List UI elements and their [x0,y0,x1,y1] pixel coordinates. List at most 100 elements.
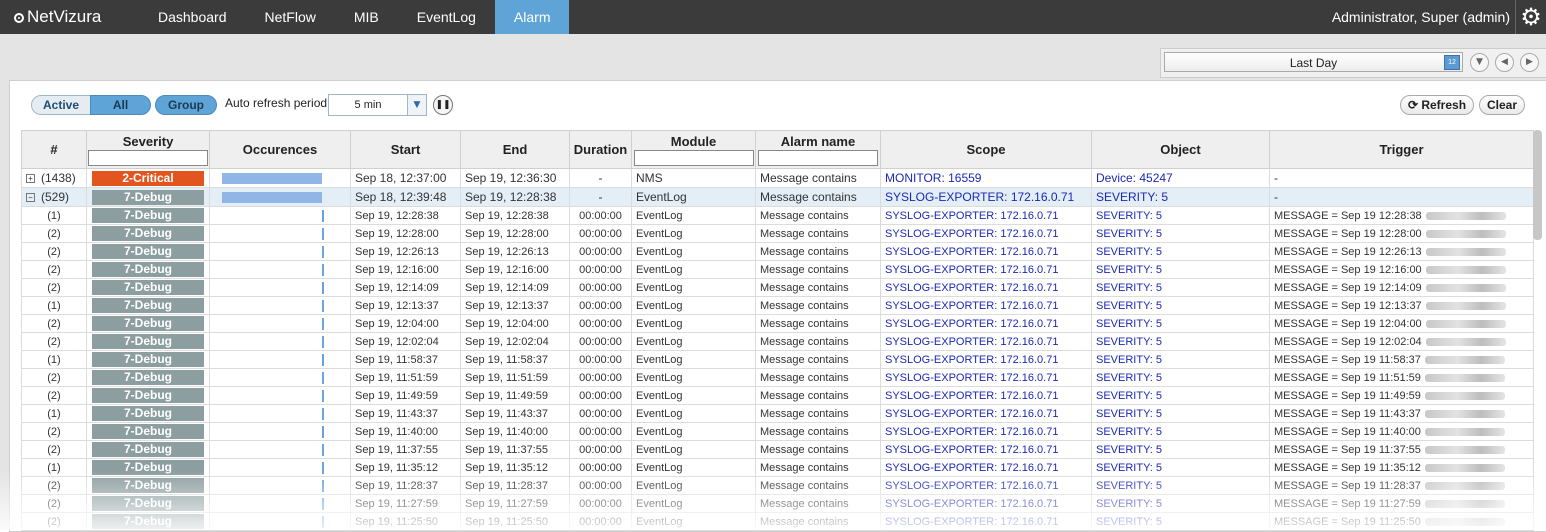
alarm-name-cell: Message contains [755,386,881,405]
occurences-cell [209,368,351,387]
start-cell: Sep 19, 11:43:37 [350,404,461,423]
module-filter-input[interactable] [633,149,754,166]
object-cell: SEVERITY: 5 [1091,476,1270,495]
column-header-duration[interactable]: Duration [569,130,632,169]
scope-cell: SYSLOG-EXPORTER: 172.16.0.71 [880,404,1092,423]
severity-badge: 7-Debug [92,496,204,511]
table-row[interactable]: (2) 7-Debug Sep 19, 11:25:50 Sep 19, 11:25:… [21,512,1534,531]
gear-icon[interactable]: ⚙ [1515,0,1546,34]
column-header-severity[interactable]: Severity [86,130,210,169]
column-header-scope[interactable]: Scope [880,130,1092,169]
table-row[interactable]: (2) 7-Debug Sep 19, 11:51:59 Sep 19, 11:51:… [21,368,1534,387]
object-cell: SEVERITY: 5 [1091,332,1270,351]
scope-cell: SYSLOG-EXPORTER: 172.16.0.71 [880,260,1092,279]
occurence-tick [322,210,324,222]
table-row[interactable]: (2) 7-Debug Sep 19, 12:02:04 Sep 19, 12:02:… [21,332,1534,351]
occurences-cell [209,404,351,423]
nav-dashboard[interactable]: Dashboard [139,0,246,34]
occurence-tick [322,282,324,294]
end-cell: Sep 19, 12:26:13 [460,242,570,261]
table-row[interactable]: (2) 7-Debug Sep 19, 11:27:59 Sep 19, 11:27:… [21,494,1534,513]
object-cell: SEVERITY: 5 [1091,278,1270,297]
alarm-name-filter-input[interactable] [758,149,878,166]
object-cell: SEVERITY: 5 [1091,314,1270,333]
group-toggle-button[interactable]: Group [155,95,217,115]
auto-refresh-select[interactable]: 5 min ▼ [328,94,427,116]
table-row[interactable]: (1) 7-Debug Sep 19, 12:28:38 Sep 19, 12:28:… [21,206,1534,225]
table-row[interactable]: (1) 7-Debug Sep 19, 12:13:37 Sep 19, 12:13:… [21,296,1534,315]
column-header-module[interactable]: Module [631,130,756,169]
alarm-name-cell: Message contains [755,296,881,315]
count-cell: (2) [21,314,87,333]
severity-cell: 7-Debug [86,350,210,369]
group-row[interactable]: + (1438) 2-Critical Sep 18, 12:37:00 Sep … [21,168,1534,188]
column-header-alarm-name[interactable]: Alarm name [755,130,881,169]
object-cell: SEVERITY: 5 [1091,386,1270,405]
expand-icon[interactable]: + [26,174,35,183]
user-menu[interactable]: Administrator, Super (admin) [1332,0,1510,34]
redacted-text [1425,211,1506,220]
period-field[interactable]: Last Day 12 [1164,52,1463,72]
scope-cell: SYSLOG-EXPORTER: 172.16.0.71 [880,368,1092,387]
severity-cell: 7-Debug [86,512,210,531]
column-header-object[interactable]: Object [1091,130,1270,169]
alarm-name-cell: Message contains [755,260,881,279]
trigger-cell: MESSAGE = Sep 19 11:40:00 [1269,422,1534,441]
redacted-text [1425,319,1506,328]
severity-cell: 7-Debug [86,224,210,243]
column-header-number[interactable]: # [21,130,87,169]
occurences-cell [209,224,351,243]
table-row[interactable]: (1) 7-Debug Sep 19, 11:43:37 Sep 19, 11:43:… [21,404,1534,423]
table-row[interactable]: (2) 7-Debug Sep 19, 11:49:59 Sep 19, 11:49:… [21,386,1534,405]
table-row[interactable]: (2) 7-Debug Sep 19, 12:16:00 Sep 19, 12:16:… [21,260,1534,279]
count-cell: (2) [21,368,87,387]
clear-button[interactable]: Clear [1479,95,1525,115]
group-row[interactable]: − (529) 7-Debug Sep 18, 12:39:48 Sep 19, … [21,187,1534,207]
calendar-icon[interactable]: 12 [1444,55,1460,70]
occurences-cell [209,260,351,279]
start-cell: Sep 18, 12:37:00 [350,168,461,188]
refresh-button[interactable]: ⟳ Refresh [1400,95,1474,115]
occurence-tick [322,390,324,402]
table-row[interactable]: (2) 7-Debug Sep 19, 12:26:13 Sep 19, 12:26:… [21,242,1534,261]
chevron-down-icon[interactable]: ▼ [407,95,426,115]
collapse-icon[interactable]: − [26,193,35,202]
redacted-text [1424,355,1505,364]
scope-cell: SYSLOG-EXPORTER: 172.16.0.71 [880,458,1092,477]
filter-all-button[interactable]: All [90,95,151,115]
table-row[interactable]: (2) 7-Debug Sep 19, 12:04:00 Sep 19, 12:04:… [21,314,1534,333]
severity-cell: 7-Debug [86,278,210,297]
table-row[interactable]: (2) 7-Debug Sep 19, 11:37:55 Sep 19, 11:37:… [21,440,1534,459]
nav-alarm[interactable]: Alarm [494,0,570,42]
column-header-occurences[interactable]: Occurences [209,130,351,169]
app-logo[interactable]: NetVizura [14,7,101,27]
occurences-cell [209,168,351,188]
table-scrollbar[interactable] [1533,130,1542,240]
column-header-start[interactable]: Start [350,130,461,169]
module-cell: EventLog [631,368,756,387]
column-header-end[interactable]: End [460,130,570,169]
column-header-trigger[interactable]: Trigger [1269,130,1534,169]
table-row[interactable]: (2) 7-Debug Sep 19, 11:40:00 Sep 19, 11:40:… [21,422,1534,441]
end-cell: Sep 19, 12:13:37 [460,296,570,315]
table-row[interactable]: (2) 7-Debug Sep 19, 12:28:00 Sep 19, 12:28:… [21,224,1534,243]
next-period-icon[interactable]: ▶ [1520,53,1539,72]
table-row[interactable]: (1) 7-Debug Sep 19, 11:58:37 Sep 19, 11:58:… [21,350,1534,369]
severity-filter-input[interactable] [88,149,208,166]
table-row[interactable]: (1) 7-Debug Sep 19, 11:35:12 Sep 19, 11:35:… [21,458,1534,477]
object-cell: SEVERITY: 5 [1091,206,1270,225]
pause-icon[interactable]: ❚❚ [433,95,453,115]
chevron-down-icon[interactable]: ▼ [1470,53,1489,72]
severity-badge: 7-Debug [92,226,204,241]
auto-refresh-value: 5 min [354,99,382,111]
previous-period-icon[interactable]: ◀ [1495,53,1514,72]
start-cell: Sep 19, 11:35:12 [350,458,461,477]
filter-active-button[interactable]: Active [31,95,91,115]
table-row[interactable]: (2) 7-Debug Sep 19, 12:14:09 Sep 19, 12:14:… [21,278,1534,297]
nav-netflow[interactable]: NetFlow [246,0,335,34]
severity-cell: 7-Debug [86,242,210,261]
nav-eventlog[interactable]: EventLog [398,0,495,34]
nav-mib[interactable]: MIB [335,0,398,34]
module-cell: EventLog [631,332,756,351]
table-row[interactable]: (2) 7-Debug Sep 19, 11:28:37 Sep 19, 11:28:… [21,476,1534,495]
